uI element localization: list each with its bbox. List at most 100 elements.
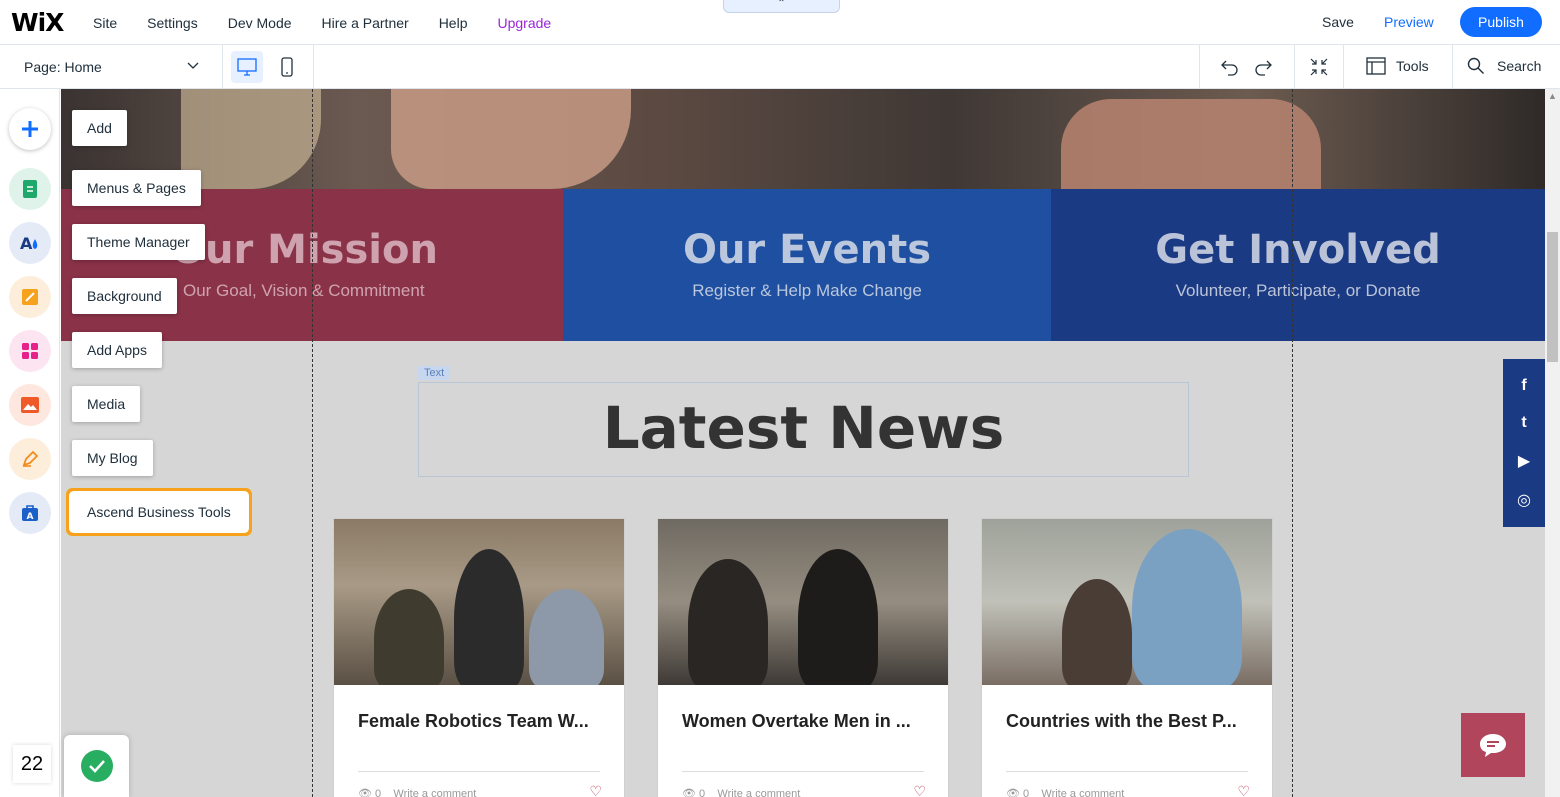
toolbar-divider xyxy=(1294,45,1295,89)
menu-hire-a-partner[interactable]: Hire a Partner xyxy=(307,15,424,31)
card-divider xyxy=(682,771,924,772)
menu-label-media[interactable]: Media xyxy=(72,386,141,422)
blog-post-image[interactable] xyxy=(334,519,624,685)
svg-text:A: A xyxy=(20,234,33,253)
blog-post-title: Female Robotics Team W... xyxy=(358,711,589,731)
menu-label-add[interactable]: Add xyxy=(72,110,127,146)
menu-label-theme-manager[interactable]: Theme Manager xyxy=(72,224,205,260)
involved-panel[interactable]: Get Involved Volunteer, Participate, or … xyxy=(1051,189,1545,341)
photo-figure xyxy=(1062,579,1132,685)
menu-label-my-blog[interactable]: My Blog xyxy=(72,440,153,476)
preview-button[interactable]: Preview xyxy=(1384,14,1434,30)
rail-media-button[interactable] xyxy=(9,384,51,426)
menu-settings[interactable]: Settings xyxy=(132,15,213,31)
youtube-icon[interactable]: ▶ xyxy=(1518,451,1530,471)
twitter-icon[interactable]: t xyxy=(1521,414,1526,432)
blog-post-card[interactable]: Women Overtake Men in ... 👁 0 Write a co… xyxy=(657,518,949,797)
hero-image[interactable] xyxy=(61,89,1545,189)
heart-icon[interactable]: ♡ xyxy=(1237,783,1250,797)
menu-site[interactable]: Site xyxy=(78,15,132,31)
photo-figure xyxy=(529,589,604,685)
plus-icon xyxy=(22,121,38,137)
blog-post-image[interactable] xyxy=(658,519,948,685)
ascend-icon: A xyxy=(22,505,38,522)
rail-background-button[interactable] xyxy=(9,276,51,318)
canvas-scrollbar[interactable]: ▲ xyxy=(1545,89,1560,797)
heart-icon[interactable]: ♡ xyxy=(589,783,602,797)
page-selector[interactable]: Page: Home xyxy=(0,45,223,89)
chevron-up-icon: ⌃ xyxy=(777,0,786,9)
zoom-out-button[interactable] xyxy=(1309,57,1329,82)
scroll-up-icon[interactable]: ▲ xyxy=(1548,91,1557,101)
toolbar-divider xyxy=(1452,45,1453,89)
theme-icon: A xyxy=(20,234,38,253)
site-status-button[interactable] xyxy=(64,735,129,797)
wix-logo[interactable]: WiX xyxy=(11,8,64,37)
latest-news-heading: Latest News xyxy=(602,394,1005,462)
blog-post-meta: 👁 0 Write a comment xyxy=(1006,788,1125,797)
text-element-tag: Text xyxy=(418,366,451,380)
top-bar: WiX Site Settings Dev Mode Hire a Partne… xyxy=(0,0,1560,45)
media-icon xyxy=(21,397,39,413)
top-menu: Site Settings Dev Mode Hire a Partner He… xyxy=(78,0,566,45)
search-label: Search xyxy=(1497,58,1542,74)
hero-image-detail xyxy=(391,89,631,189)
menu-label-add-apps[interactable]: Add Apps xyxy=(72,332,162,368)
editor-toolbar: Page: Home Tools Search xyxy=(0,45,1560,89)
site-canvas[interactable]: Our Mission Our Goal, Vision & Commitmen… xyxy=(61,89,1545,797)
search-icon xyxy=(1467,57,1484,74)
desktop-view-button[interactable] xyxy=(231,51,263,83)
redo-button[interactable] xyxy=(1253,57,1273,82)
rail-theme-manager-button[interactable]: A xyxy=(9,222,51,264)
chevron-down-icon xyxy=(186,58,200,75)
events-subtitle: Register & Help Make Change xyxy=(692,281,922,300)
menu-label-ascend[interactable]: Ascend Business Tools xyxy=(72,494,246,530)
undo-button[interactable] xyxy=(1220,57,1240,82)
menu-dev-mode[interactable]: Dev Mode xyxy=(213,15,307,31)
involved-subtitle: Volunteer, Participate, or Donate xyxy=(1175,281,1421,300)
rail-add-apps-button[interactable] xyxy=(9,330,51,372)
rail-menus-pages-button[interactable] xyxy=(9,168,51,210)
latest-news-text-box[interactable]: Latest News xyxy=(418,382,1189,477)
blog-post-card[interactable]: Female Robotics Team W... 👁 0 Write a co… xyxy=(333,518,625,797)
blog-post-title: Women Overtake Men in ... xyxy=(682,711,911,731)
layout-guide-line xyxy=(312,89,313,797)
photo-figure xyxy=(454,549,524,685)
chat-button[interactable] xyxy=(1461,713,1525,777)
save-button[interactable]: Save xyxy=(1322,14,1354,30)
instagram-icon[interactable]: ◎ xyxy=(1517,490,1531,510)
redo-icon xyxy=(1255,60,1272,76)
publish-button[interactable]: Publish xyxy=(1460,7,1542,37)
menu-upgrade[interactable]: Upgrade xyxy=(482,15,566,31)
collapse-toolbar-button[interactable]: ⌃ xyxy=(723,0,840,13)
card-divider xyxy=(1006,771,1248,772)
tools-icon xyxy=(1366,57,1386,75)
heart-icon[interactable]: ♡ xyxy=(913,783,926,797)
involved-title: Get Involved xyxy=(1155,227,1441,273)
page-count-badge[interactable]: 22 xyxy=(13,745,51,783)
facebook-icon[interactable]: f xyxy=(1521,377,1526,395)
scrollbar-thumb[interactable] xyxy=(1547,232,1558,362)
mobile-view-button[interactable] xyxy=(271,51,303,83)
layout-guide-line xyxy=(1292,89,1293,797)
page-selector-label: Page: Home xyxy=(24,59,102,75)
search-button[interactable]: Search xyxy=(1467,57,1541,75)
rail-ascend-button[interactable]: A xyxy=(9,492,51,534)
blog-post-title: Countries with the Best P... xyxy=(1006,711,1237,731)
menu-label-menus-pages[interactable]: Menus & Pages xyxy=(72,170,201,206)
blog-post-card[interactable]: Countries with the Best P... 👁 0 Write a… xyxy=(981,518,1273,797)
events-panel[interactable]: Our Events Register & Help Make Change xyxy=(563,189,1051,341)
social-bar: f t ▶ ◎ xyxy=(1503,359,1545,527)
blog-post-image[interactable] xyxy=(982,519,1272,685)
menu-help[interactable]: Help xyxy=(424,15,483,31)
rail-blog-button[interactable] xyxy=(9,438,51,480)
toolbar-divider xyxy=(1199,45,1200,89)
check-icon xyxy=(80,750,113,782)
hero-image-detail xyxy=(1061,99,1321,189)
apps-icon xyxy=(22,343,38,359)
tools-button[interactable]: Tools xyxy=(1366,57,1429,75)
blog-post-meta: 👁 0 Write a comment xyxy=(682,788,801,797)
menu-label-background[interactable]: Background xyxy=(72,278,177,314)
tools-label: Tools xyxy=(1396,58,1429,74)
rail-add-button[interactable] xyxy=(9,108,51,150)
